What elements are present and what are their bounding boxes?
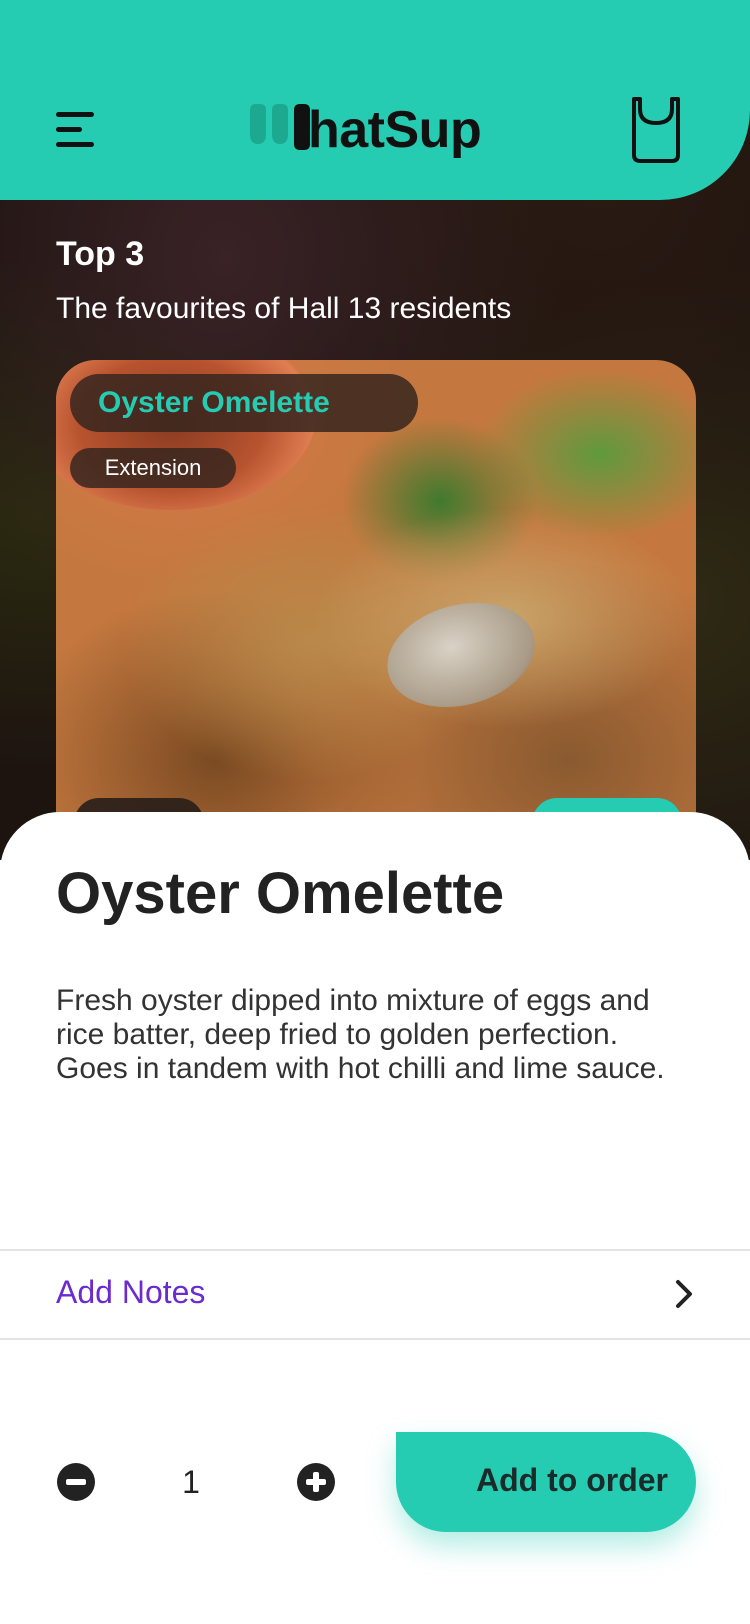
section-title: Top 3 [56, 235, 145, 273]
section-subtitle: The favourites of Hall 13 residents [56, 292, 512, 325]
chevron-right-icon [676, 1280, 692, 1308]
logo-text: hatSup [308, 101, 482, 159]
add-notes-row[interactable]: Add Notes [0, 1250, 750, 1338]
menu-icon[interactable] [56, 110, 96, 150]
card-title: Oyster Omelette [70, 374, 418, 432]
shopping-bag-icon[interactable] [628, 95, 684, 165]
item-detail-sheet: Oyster Omelette Fresh oyster dipped into… [0, 812, 750, 1624]
card-tag: Extension [70, 448, 236, 488]
oyster-graphic [375, 587, 547, 723]
app-header: hatSup [0, 0, 750, 200]
decrease-quantity-icon[interactable] [56, 1462, 96, 1502]
item-title: Oyster Omelette [56, 861, 505, 926]
logo-mark-icon [250, 104, 310, 150]
featured-item-card[interactable]: Oyster Omelette Extension [56, 360, 696, 830]
divider-bottom [0, 1338, 750, 1340]
app-logo: hatSup [248, 100, 482, 160]
item-description: Fresh oyster dipped into mixture of eggs… [56, 984, 665, 1085]
add-to-order-label: Add to order [476, 1462, 668, 1498]
add-to-order-button[interactable]: Add to order [396, 1432, 696, 1532]
add-notes-label: Add Notes [56, 1274, 206, 1310]
increase-quantity-icon[interactable] [296, 1462, 336, 1502]
quantity-value: 1 [182, 1464, 200, 1500]
